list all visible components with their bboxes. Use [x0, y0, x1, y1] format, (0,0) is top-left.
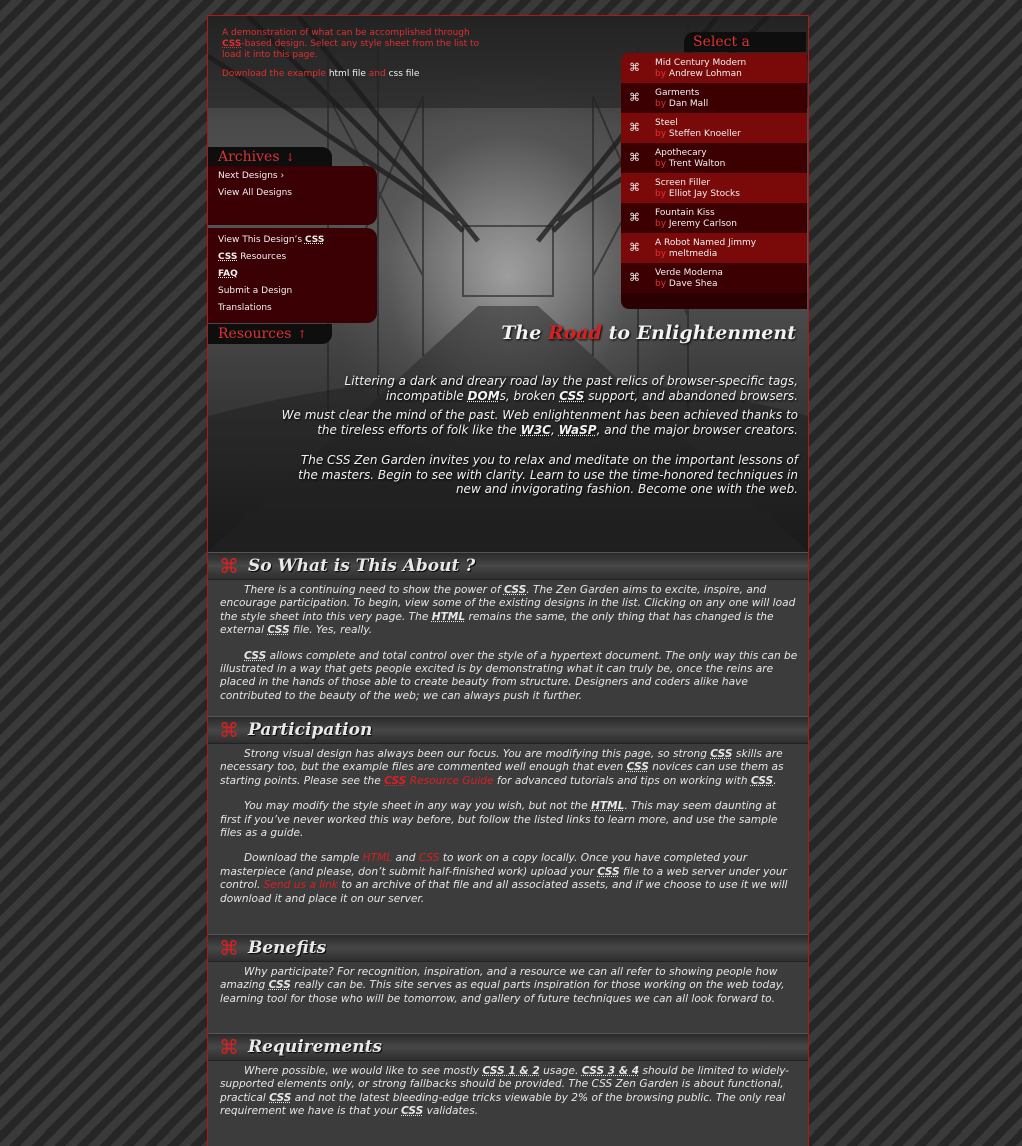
section-paragraph: Why participate? For recognition, inspir… — [220, 966, 785, 1005]
section-paragraph: Where possible, we would like to see mos… — [220, 1065, 789, 1118]
section-header: ⌘ Participation — [208, 716, 808, 744]
section-body: Where possible, we would like to see mos… — [208, 1061, 808, 1119]
design-item[interactable]: ⌘ Apothecary by Trent Walton — [621, 143, 807, 173]
road-to-enlightenment-title: The Road to Enlightenment — [501, 322, 796, 344]
arrow-down-icon: ↓ — [285, 151, 295, 164]
css-resource-guide-link[interactable]: CSS Resource Guide — [384, 775, 493, 787]
hero-header: A demonstration of what can be accomplis… — [208, 16, 808, 552]
sample-css-link[interactable]: CSS — [419, 852, 440, 864]
resources-heading: Resources ↑ — [208, 324, 332, 344]
command-icon: ⌘ — [629, 211, 640, 224]
command-icon: ⌘ — [629, 241, 640, 254]
preamble: Littering a dark and dreary road lay the… — [278, 374, 798, 502]
command-icon: ⌘ — [629, 121, 640, 134]
section-title: Benefits — [248, 938, 327, 958]
section-paragraph: Strong visual design has always been our… — [220, 748, 784, 787]
section-paragraph: Download the sample HTML and CSS to work… — [220, 852, 788, 905]
select-design-heading: Select a Design↓ — [684, 32, 806, 70]
design-item[interactable]: ⌘ Fountain Kiss by Jeremy Carlson — [621, 203, 807, 233]
design-title[interactable]: Apothecary — [655, 148, 707, 159]
section-paragraph: There is a continuing need to show the p… — [220, 584, 796, 637]
css-abbr: CSS — [222, 39, 242, 49]
page-container: A demonstration of what can be accomplis… — [207, 15, 809, 1146]
command-icon: ⌘ — [219, 718, 239, 742]
design-item[interactable]: ⌘ Verde Moderna by Dave Shea — [621, 263, 807, 293]
view-all-designs-link[interactable]: View All Designs — [218, 188, 292, 199]
section-header: ⌘ Benefits — [208, 934, 808, 962]
section-paragraph: You may modify the style sheet in any wa… — [220, 800, 778, 840]
section-about: ⌘ So What is This About ? There is a cont… — [208, 552, 808, 715]
arrow-up-icon: ↑ — [297, 328, 307, 341]
section-title: So What is This About ? — [248, 556, 476, 576]
design-author[interactable]: Andrew Lohman — [669, 69, 742, 79]
command-icon: ⌘ — [219, 554, 239, 578]
section-benefits: ⌘ Benefits Why participate? For recogniti… — [208, 934, 808, 1018]
intro-download: Download the example html file and css f… — [222, 69, 420, 79]
command-icon: ⌘ — [629, 91, 640, 104]
section-header: ⌘ So What is This About ? — [208, 552, 808, 580]
section-title: Requirements — [248, 1037, 383, 1057]
send-link-link[interactable]: Send us a link — [264, 879, 338, 891]
section-body: Strong visual design has always been our… — [208, 744, 808, 906]
section-body: There is a continuing need to show the p… — [208, 580, 808, 703]
next-designs-link[interactable]: Next Designs › — [218, 171, 284, 182]
command-icon: ⌘ — [629, 61, 640, 74]
section-requirements: ⌘ Requirements Where possible, we would l… — [208, 1033, 808, 1131]
design-title[interactable]: Screen Filler — [655, 178, 710, 189]
intro-text: A demonstration of what can be accomplis… — [222, 28, 482, 88]
design-item[interactable]: ⌘ Steel by Steffen Knoeller — [621, 113, 807, 143]
archives-heading: Archives ↓ — [208, 147, 332, 167]
submit-design-link[interactable]: Submit a Design — [218, 286, 292, 297]
translations-link[interactable]: Translations — [218, 303, 272, 314]
design-list: ⌘ Mid Century Modern by Andrew Lohman ⌘ Gar… — [621, 53, 807, 309]
design-author[interactable]: Jeremy Carlson — [669, 219, 737, 229]
design-item[interactable]: ⌘ Garments by Dan Mall — [621, 83, 807, 113]
view-css-link[interactable]: View This Design’s CSS — [218, 235, 324, 246]
design-author[interactable]: Elliot Jay Stocks — [669, 189, 740, 199]
design-author[interactable]: Dan Mall — [669, 99, 708, 109]
design-item[interactable]: ⌘ Mid Century Modern by Andrew Lohman — [621, 53, 807, 83]
design-author[interactable]: Dave Shea — [669, 279, 718, 289]
preamble-paragraph: The CSS Zen Garden invites you to relax … — [298, 453, 798, 496]
faq-link[interactable]: FAQ — [218, 269, 238, 280]
preamble-paragraph: Littering a dark and dreary road lay the… — [344, 374, 798, 403]
design-title[interactable]: Fountain Kiss — [655, 208, 715, 219]
section-header: ⌘ Requirements — [208, 1033, 808, 1061]
command-icon: ⌘ — [629, 271, 640, 284]
command-icon: ⌘ — [219, 1035, 239, 1059]
intro-summary: A demonstration of what can be accomplis… — [222, 28, 480, 60]
design-item[interactable]: ⌘ Screen Filler by Elliot Jay Stocks — [621, 173, 807, 203]
design-item[interactable]: ⌘ A Robot Named Jimmy by meltmedia — [621, 233, 807, 263]
section-participation: ⌘ Participation Strong visual design has … — [208, 716, 808, 918]
section-paragraph: CSS allows complete and total control ov… — [220, 649, 798, 702]
command-icon: ⌘ — [219, 936, 239, 960]
css-resources-link[interactable]: CSS Resources — [218, 252, 286, 263]
design-author[interactable]: meltmedia — [669, 249, 717, 259]
section-body: Why participate? For recognition, inspir… — [208, 962, 808, 1006]
archives-nav: Next Designs › View All Designs — [208, 166, 377, 225]
command-icon: ⌘ — [629, 151, 640, 164]
resources-nav: View This Design’s CSS CSS Resources FAQ… — [208, 228, 377, 323]
design-author[interactable]: Trent Walton — [669, 159, 725, 169]
design-author[interactable]: Steffen Knoeller — [669, 129, 741, 139]
sample-html-link[interactable]: HTML — [363, 852, 392, 864]
design-title[interactable]: Steel — [655, 118, 678, 129]
html-file-link[interactable]: html file — [329, 69, 366, 79]
css-file-link[interactable]: css file — [389, 69, 420, 79]
design-title[interactable]: A Robot Named Jimmy — [655, 238, 756, 249]
design-title[interactable]: Verde Moderna — [655, 268, 723, 279]
section-title: Participation — [248, 720, 373, 740]
design-title[interactable]: Garments — [655, 88, 699, 99]
design-title[interactable]: Mid Century Modern — [655, 58, 746, 69]
preamble-paragraph: We must clear the mind of the past. Web … — [281, 408, 798, 437]
command-icon: ⌘ — [629, 181, 640, 194]
